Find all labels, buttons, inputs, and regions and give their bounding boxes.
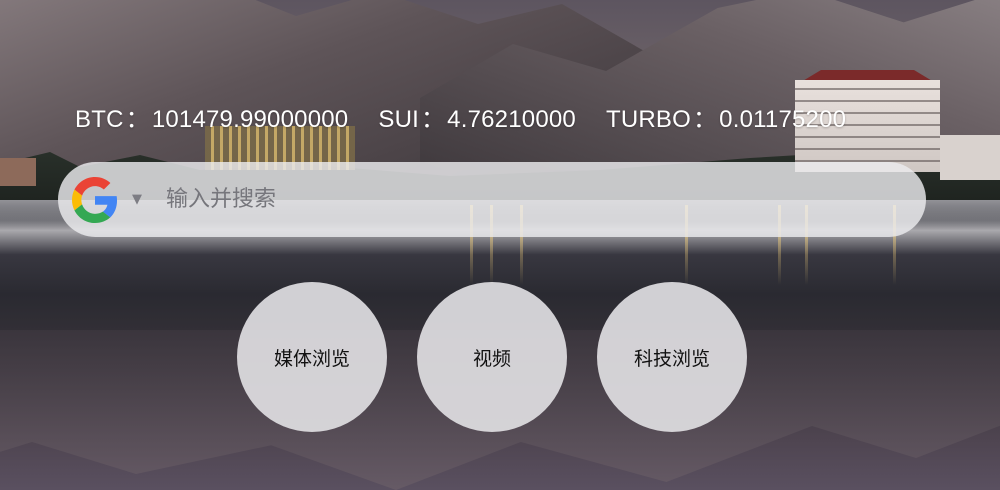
background-house-left (0, 158, 36, 186)
quick-link-label: 视频 (472, 347, 511, 370)
ticker-symbol: TURBO (605, 106, 691, 133)
search-bar: ▼ (58, 162, 926, 237)
background-house-right (940, 135, 1000, 180)
caret-down-icon: ▼ (132, 192, 142, 207)
ticker-price: 0.01175200 (719, 106, 847, 133)
google-g-icon (72, 176, 118, 223)
ticker-separator: ： (125, 106, 150, 133)
ticker-price: 4.76210000 (447, 106, 576, 133)
quick-link-label: 媒体浏览 (273, 347, 350, 370)
quick-link-label: 科技浏览 (633, 347, 710, 370)
quick-link-media-browse[interactable]: 媒体浏览 (237, 282, 387, 432)
ticker-item-sui: SUI：4.76210000 (378, 99, 576, 134)
quick-link-video[interactable]: 视频 (417, 282, 567, 432)
ticker-separator: ： (420, 106, 446, 133)
ticker-item-turbo: TURBO：0.01175200 (606, 99, 846, 134)
search-engine-selector[interactable]: ▼ (72, 176, 146, 224)
crypto-ticker: BTC：101479.99000000 SUI：4.76210000 TURBO… (75, 99, 846, 134)
ticker-symbol: SUI (378, 106, 419, 133)
ticker-separator: ： (692, 106, 718, 133)
quick-link-tech-browse[interactable]: 科技浏览 (597, 282, 747, 432)
ticker-symbol: BTC (75, 106, 124, 133)
ticker-item-btc: BTC：101479.99000000 (75, 99, 348, 134)
ticker-price: 101479.99000000 (151, 106, 349, 133)
search-input[interactable] (164, 176, 896, 223)
